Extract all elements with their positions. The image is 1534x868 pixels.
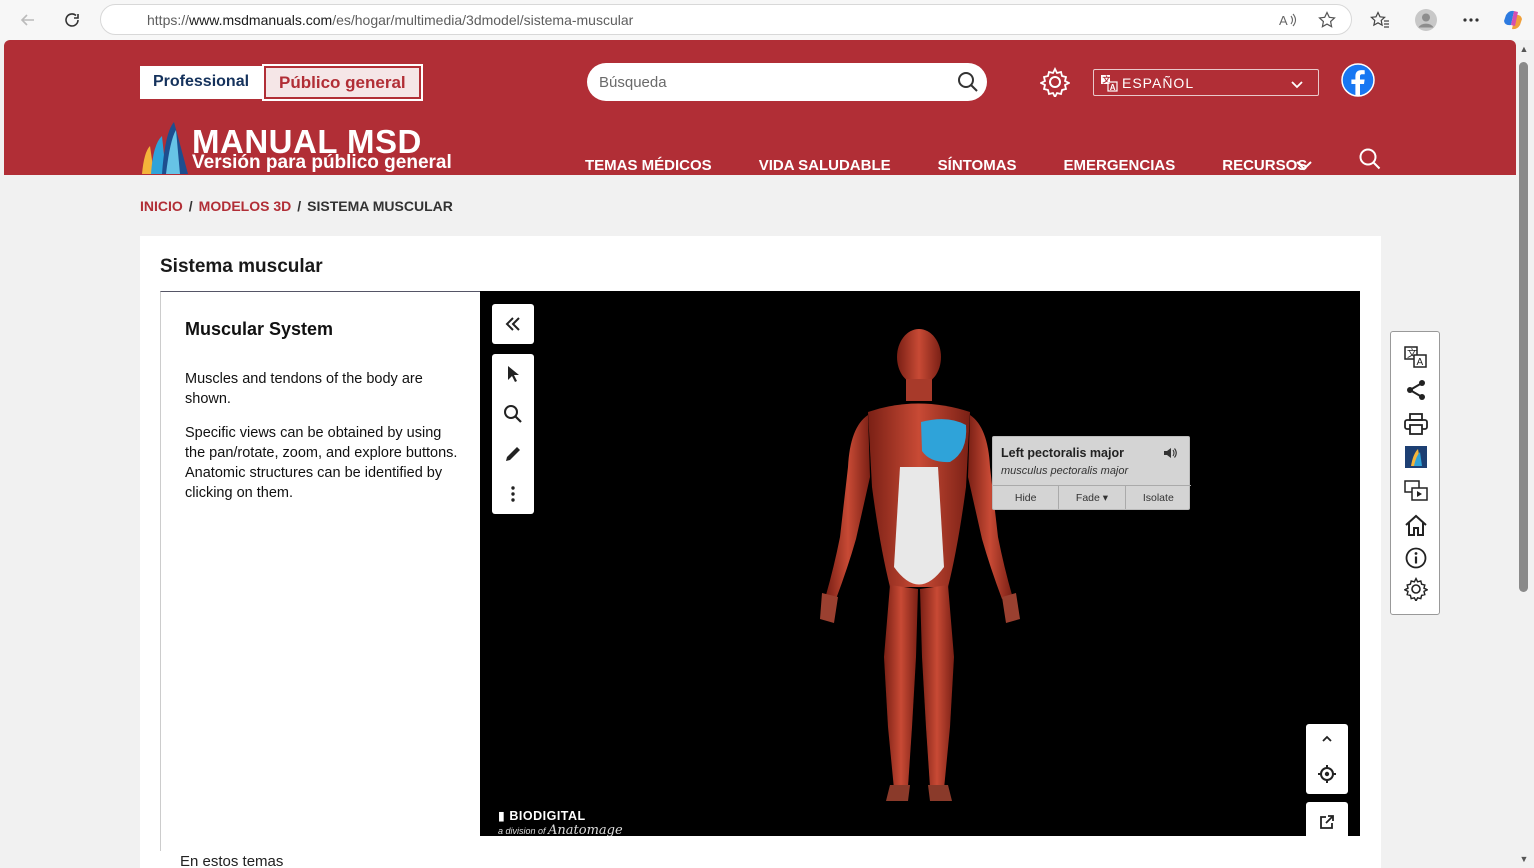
nav-sintomas[interactable]: SÍNTOMAS [938, 157, 1017, 174]
breadcrumb-separator: / [297, 198, 302, 214]
chevron-down-icon [1290, 76, 1304, 92]
more-options-icon[interactable] [492, 474, 534, 514]
speaker-icon[interactable] [1163, 446, 1177, 464]
structure-latin-name: musculus pectoralis major [1001, 465, 1129, 477]
viewer-tools [492, 354, 534, 514]
language-select[interactable]: 文A ESPAÑOL [1093, 69, 1319, 96]
panel-paragraph: Specific views can be obtained by using … [185, 425, 458, 501]
structure-name: Left pectoralis major [1001, 446, 1124, 460]
panel-paragraph: Muscles and tendons of the body are show… [185, 371, 423, 407]
nav-temas-medicos[interactable]: TEMAS MÉDICOS [585, 157, 712, 174]
model-description-panel: Muscular System Muscles and tendons of t… [160, 291, 480, 851]
more-nav-chevron-icon[interactable] [1295, 158, 1313, 176]
scroll-up-arrow-icon[interactable]: ▲ [1518, 44, 1530, 56]
related-topics-heading: En estos temas [180, 853, 284, 868]
info-icon[interactable] [1403, 545, 1429, 571]
structure-actions: Hide Fade ▾ Isolate [993, 485, 1191, 509]
biodigital-brand: BIODIGITAL [509, 809, 586, 823]
collapse-toolbar [492, 304, 534, 344]
audience-public-button[interactable]: Público general [262, 64, 423, 101]
logo-subtitle: Versión para público general [192, 152, 452, 173]
svg-text:A: A [1279, 13, 1288, 28]
fade-label: Fade [1075, 491, 1100, 504]
breadcrumb-separator: / [188, 198, 193, 214]
settings-gear-icon[interactable] [1038, 66, 1072, 102]
share-icon[interactable] [1403, 377, 1429, 403]
structure-info-popup: Left pectoralis major musculus pectorali… [992, 436, 1191, 510]
muscular-body-model[interactable] [818, 327, 1022, 807]
address-bar[interactable]: https://www.msdmanuals.com/es/hogar/mult… [100, 4, 1352, 35]
facebook-icon[interactable] [1341, 63, 1375, 102]
hide-label: Hide [1014, 491, 1037, 504]
biodigital-mark-icon: ▮ [498, 809, 506, 823]
hide-button[interactable]: Hide [993, 486, 1060, 509]
profile-avatar-icon[interactable] [1414, 8, 1438, 32]
audience-professional-button[interactable]: Professional [140, 66, 263, 99]
draw-pencil-icon[interactable] [492, 434, 534, 474]
search-icon[interactable] [957, 71, 979, 97]
read-aloud-icon[interactable]: A [1276, 8, 1300, 32]
url-prefix: https:// [147, 11, 190, 28]
page-tools-rail: 文A [1390, 331, 1440, 615]
svg-text:A: A [1110, 83, 1117, 92]
print-icon[interactable] [1403, 411, 1429, 437]
external-link-icon [1306, 802, 1348, 836]
url-host: www.msdmanuals.com [189, 11, 333, 28]
isolate-button[interactable]: Isolate [1126, 486, 1191, 509]
caret-down-icon: ▾ [1102, 491, 1109, 504]
collapse-panel-icon[interactable] [492, 304, 534, 344]
favorites-icon[interactable] [1368, 8, 1392, 32]
reload-icon[interactable] [58, 6, 86, 34]
breadcrumb-home[interactable]: INICIO [140, 198, 183, 214]
more-menu-icon[interactable] [1459, 8, 1483, 32]
chevron-up-icon[interactable] [1306, 724, 1348, 754]
favorite-star-icon[interactable] [1315, 8, 1339, 32]
fade-button[interactable]: Fade ▾ [1059, 486, 1126, 509]
main-navigation: TEMAS MÉDICOS VIDA SALUDABLE SÍNTOMAS EM… [585, 157, 1354, 174]
settings-icon[interactable] [1403, 576, 1429, 602]
audience-toggle: Professional Público general [140, 64, 423, 101]
back-icon[interactable] [14, 6, 42, 34]
copilot-icon[interactable] [1501, 8, 1525, 32]
nav-emergencias[interactable]: EMERGENCIAS [1064, 157, 1176, 174]
msd-logo-icon [142, 122, 188, 174]
content-card: Sistema muscular Muscular System Muscles… [140, 236, 1381, 868]
home-icon[interactable] [1403, 512, 1429, 538]
url-path: /es/hogar/multimedia/3dmodel/sistema-mus… [332, 11, 634, 28]
search-field[interactable] [587, 63, 987, 101]
breadcrumb: INICIO / MODELOS 3D / SISTEMA MUSCULAR [140, 198, 453, 214]
select-cursor-icon[interactable] [492, 354, 534, 394]
multimedia-icon[interactable] [1403, 478, 1429, 504]
recenter-target-icon[interactable] [1306, 754, 1348, 794]
biodigital-logo: ▮ BIODIGITAL [498, 808, 586, 823]
page-title: Sistema muscular [160, 256, 323, 277]
browser-toolbar: https://www.msdmanuals.com/es/hogar/mult… [0, 0, 1534, 40]
search-input[interactable] [599, 73, 939, 91]
web-page: Professional Público general 文A ESPAÑOL [4, 40, 1516, 868]
scrollbar-thumb[interactable] [1519, 62, 1528, 592]
svg-text:A: A [1417, 357, 1424, 368]
isolate-label: Isolate [1142, 491, 1174, 504]
language-label: ESPAÑOL [1122, 74, 1195, 91]
brand-sub-prefix: a division of [498, 826, 546, 836]
site-header: Professional Público general 文A ESPAÑOL [4, 40, 1516, 175]
open-external-button[interactable] [1306, 802, 1348, 836]
zoom-search-icon[interactable] [492, 394, 534, 434]
panel-title: Muscular System [185, 319, 334, 339]
msd-app-icon[interactable] [1403, 444, 1429, 470]
page-scrollbar[interactable]: ▲ ▼ [1516, 40, 1534, 868]
nav-vida-saludable[interactable]: VIDA SALUDABLE [759, 157, 891, 174]
translate-icon[interactable]: 文A [1403, 344, 1429, 370]
scroll-down-arrow-icon[interactable]: ▼ [1518, 854, 1530, 866]
translate-icon: 文A [1100, 74, 1118, 95]
camera-controls [1306, 724, 1348, 794]
biodigital-subtitle: a division of Anatomage [498, 823, 623, 836]
breadcrumb-current: SISTEMA MUSCULAR [307, 198, 453, 214]
breadcrumb-section[interactable]: MODELOS 3D [199, 198, 292, 214]
3d-model-viewer[interactable]: Left pectoralis major musculus pectorali… [480, 291, 1360, 836]
nav-search-icon[interactable] [1358, 147, 1382, 176]
brand-sub-name: Anatomage [548, 823, 623, 836]
